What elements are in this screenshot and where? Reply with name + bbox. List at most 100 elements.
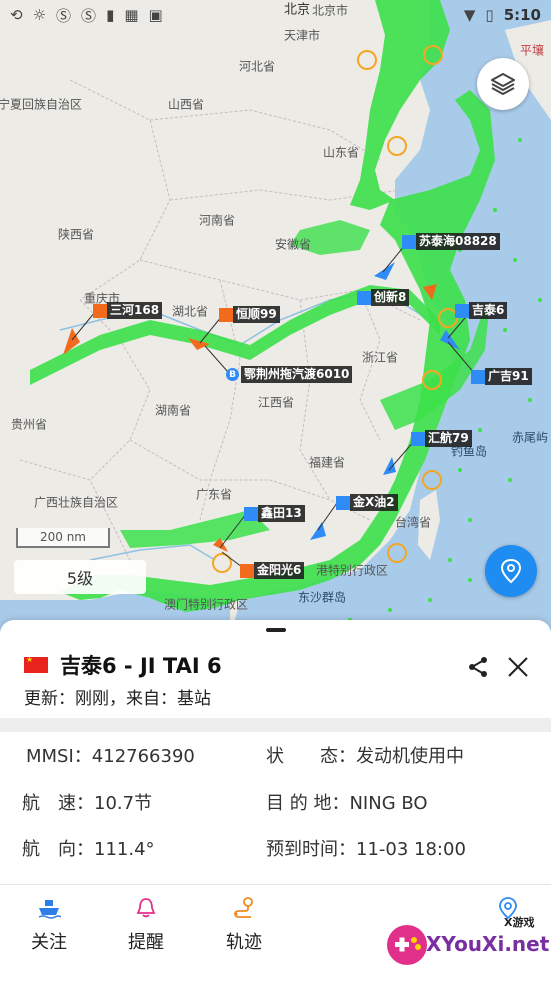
vessel-name: 创新8: [371, 289, 410, 306]
mmsi-label: MMSI：: [26, 746, 92, 767]
vessel-marker: [455, 303, 469, 318]
close-button[interactable]: [506, 655, 530, 679]
tab-alerts-label: 提醒: [128, 932, 164, 953]
sheet-handle[interactable]: [266, 628, 286, 632]
vessel-marker: [357, 290, 371, 305]
layers-icon: [491, 73, 515, 95]
vessel-label[interactable]: 金阳光6: [240, 562, 305, 579]
tab-track[interactable]: 轨迹: [209, 894, 279, 954]
place-hubei: 湖北省: [171, 304, 209, 319]
brightness-icon: ☼: [32, 6, 47, 24]
vessel-marker: [240, 563, 254, 578]
vessel-map[interactable]: 北京 北京市 天津市 河北省 宁夏回族自治区 山西省 山东省 河南省 陕西省 安…: [0, 0, 551, 640]
watermark-small-text: X游戏: [504, 916, 535, 929]
place-ningxia: 宁夏回族自治区: [0, 97, 83, 112]
base-station-icon: B: [226, 368, 239, 381]
clipboard-icon: ▮: [106, 6, 115, 24]
vessel-name: 鑫田13: [258, 505, 305, 522]
status-row: 状 态：发动机使用中: [266, 742, 464, 768]
share-icon: [469, 657, 487, 677]
china-flag-icon: [24, 655, 48, 673]
eta-row: 预到时间：11-03 18:00: [266, 835, 466, 861]
vessel-label[interactable]: B 鄂荆州拖汽渡6010: [226, 366, 353, 383]
vessel-label[interactable]: 汇航79: [411, 430, 472, 447]
place-pyongyang: 平壤: [519, 43, 545, 58]
s-app-icon: Ⓢ: [56, 6, 72, 25]
place-macau: 澳门特别行政区: [163, 597, 249, 612]
watermark-text: XYouXi.net: [426, 932, 550, 956]
bell-icon: [136, 898, 156, 918]
vessel-name: 汇航79: [425, 430, 472, 447]
sync-icon: ⟲: [10, 6, 23, 24]
place-guizhou: 贵州省: [10, 417, 48, 432]
place-shaanxi: 陕西省: [57, 227, 95, 242]
place-anhui: 安徽省: [274, 237, 312, 252]
ship-icon: [38, 900, 61, 919]
layers-button[interactable]: [477, 58, 529, 110]
place-shanxi: 山西省: [167, 97, 205, 112]
vessel-label[interactable]: 创新8: [357, 289, 410, 306]
share-button[interactable]: [466, 655, 490, 679]
status-value: 发动机使用中: [356, 746, 464, 767]
vessel-label[interactable]: 广吉91: [471, 368, 532, 385]
tab-track-label: 轨迹: [226, 932, 262, 953]
vessel-update-info: 更新：刚刚，来自：基站: [24, 689, 211, 709]
place-fujian: 福建省: [308, 455, 346, 470]
place-henan: 河南省: [198, 213, 236, 228]
clock: 5:10: [503, 6, 541, 24]
s-app-icon-2: Ⓢ: [81, 6, 97, 25]
destination-row: 目 的 地：NING BO: [266, 789, 428, 815]
close-icon: [508, 657, 528, 677]
vessel-info-sheet: 吉泰6 - JI TAI 6 更新：刚刚，来自：基站 MMSI：41276639…: [0, 620, 551, 981]
place-hebei: 河北省: [238, 59, 276, 74]
watermark: X游戏 XYouXi.net: [384, 882, 551, 981]
vessel-name: 金X油2: [350, 494, 398, 511]
vessel-name: 广吉91: [485, 368, 532, 385]
vessel-marker: [219, 307, 233, 322]
inbox-icon: ▣: [148, 6, 163, 24]
course-label: 航 向：: [22, 839, 94, 860]
place-hongkong: 港特别行政区: [315, 563, 389, 578]
place-zhejiang: 浙江省: [361, 350, 399, 365]
place-chiwei: 赤尾屿: [511, 430, 549, 445]
vessel-label[interactable]: 金X油2: [336, 494, 398, 511]
vessel-header: 吉泰6 - JI TAI 6: [24, 650, 222, 680]
vessel-marker: [93, 303, 107, 318]
tab-follow[interactable]: 关注: [14, 894, 84, 954]
vessel-label[interactable]: 苏泰海08828: [402, 233, 500, 250]
place-hunan: 湖南省: [154, 403, 192, 418]
vessel-marker: [336, 495, 350, 510]
section-divider: [0, 718, 551, 732]
mmsi-value: 412766390: [91, 746, 195, 767]
vessel-label[interactable]: 恒顺99: [219, 306, 280, 323]
course-row: 航 向：111.4°: [22, 835, 155, 861]
tab-alerts[interactable]: 提醒: [111, 894, 181, 954]
vessel-marker: [471, 369, 485, 384]
vessel-marker: [402, 234, 416, 249]
place-guangdong: 广东省: [195, 487, 233, 502]
place-dongsha: 东沙群岛: [297, 590, 347, 605]
locate-button[interactable]: [485, 545, 537, 597]
wifi-icon: ▼: [463, 6, 476, 24]
place-guangxi: 广西壮族自治区: [33, 495, 119, 510]
mmsi-row: MMSI：412766390: [26, 742, 195, 768]
vessel-name: 三河168: [107, 302, 163, 319]
map-scale: 200 nm: [16, 528, 110, 548]
destination-label: 目 的 地：: [266, 793, 350, 814]
destination-value: NING BO: [349, 793, 428, 814]
vessel-label[interactable]: 三河168: [93, 302, 163, 319]
tab-follow-label: 关注: [31, 932, 67, 953]
vessel-name: 鄂荆州拖汽渡6010: [241, 366, 353, 383]
vessel-label-selected[interactable]: 吉泰6: [455, 302, 508, 319]
place-jiangxi: 江西省: [257, 395, 295, 410]
vessel-name: 恒顺99: [233, 306, 280, 323]
speed-value: 10.7节: [94, 793, 153, 814]
track-icon: [234, 897, 253, 918]
vessel-title: 吉泰6 - JI TAI 6: [60, 654, 222, 678]
battery-icon: ▯: [485, 6, 494, 24]
vessel-marker: [244, 506, 258, 521]
vessel-label[interactable]: 鑫田13: [244, 505, 305, 522]
speed-label: 航 速：: [22, 793, 94, 814]
status-label: 状 态：: [266, 746, 356, 767]
vessel-name: 吉泰6: [469, 302, 508, 319]
